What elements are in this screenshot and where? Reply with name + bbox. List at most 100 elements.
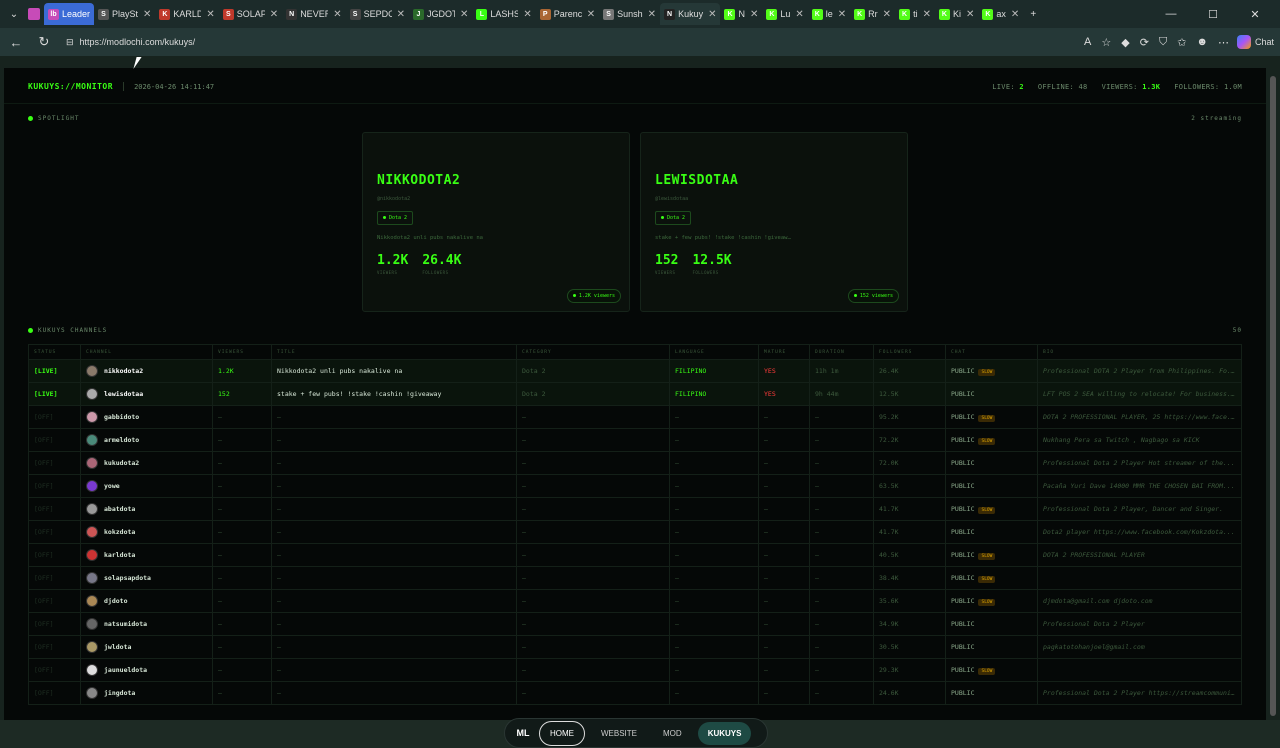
nav-mod[interactable]: MOD: [653, 722, 692, 745]
channel-cell[interactable]: karldota: [80, 543, 213, 567]
tab-close-icon[interactable]: ✕: [587, 9, 595, 20]
new-tab-button[interactable]: +: [1023, 4, 1043, 24]
browser-tab[interactable]: K Lu ✕: [762, 3, 807, 25]
channel-cell[interactable]: gabbidoto: [80, 405, 213, 429]
scrollbar-thumb[interactable]: [1270, 76, 1276, 716]
table-row[interactable]: [OFF] karldota – – – – – –40.5K PUBLIC SLOW DOTA 2…: [28, 543, 1242, 567]
table-row[interactable]: [OFF] djdoto – – – – – –35.6K PUBLIC SLOW djmdota@…: [28, 589, 1242, 613]
browser-tab[interactable]: SSEPDO ✕: [346, 3, 409, 25]
tab-close-icon[interactable]: ✕: [966, 9, 974, 20]
tab-close-icon[interactable]: ✕: [270, 9, 278, 20]
extension-icon[interactable]: ◆: [1121, 36, 1129, 49]
browser-tab[interactable]: J JGDOT ✕: [409, 3, 472, 25]
browser-tab[interactable]: S PlaySt ✕: [94, 3, 155, 25]
table-row[interactable]: [OFF] armeldoto – – – – – –72.2K PUBLIC SLOW Nukha…: [28, 428, 1242, 452]
nav-kukuys[interactable]: KUKUYS: [697, 721, 752, 745]
channel-cell[interactable]: djdoto: [80, 589, 213, 613]
column-header[interactable]: BIO: [1037, 344, 1242, 360]
tab-close-icon[interactable]: ✕: [923, 9, 931, 20]
table-row[interactable]: [OFF] jingdota – – – – – –24.6K PUBLIC Profession…: [28, 681, 1242, 705]
browser-tab[interactable]: Kti ✕: [895, 3, 935, 25]
table-row[interactable]: [OFF] jaunueldota – – – – – –29.3K PUBLIC SLOW: [28, 658, 1242, 682]
column-header[interactable]: TITLE: [271, 344, 517, 360]
tab-actions-chevron-icon[interactable]: ⌄: [4, 4, 24, 24]
browser-tab[interactable]: S Sunsh ✕: [599, 3, 660, 25]
nav-home[interactable]: HOME: [539, 720, 585, 746]
browser-tab[interactable]: K Ki ✕: [935, 3, 978, 25]
channel-cell[interactable]: armeldoto: [80, 428, 213, 452]
page-scrollbar[interactable]: [1266, 56, 1280, 720]
table-row[interactable]: [LIVE] lewisdotaa 152 stake + few pubs! !st…: [28, 382, 1242, 406]
tab-close-icon[interactable]: ✕: [838, 9, 846, 20]
tab-close-icon[interactable]: ✕: [143, 9, 151, 20]
tab-close-icon[interactable]: ✕: [333, 9, 341, 20]
tab-close-icon[interactable]: ✕: [883, 9, 891, 20]
refresh-ext-icon[interactable]: ⟳: [1140, 36, 1149, 49]
tab-close-icon[interactable]: ✕: [708, 9, 716, 20]
maximize-button[interactable]: ☐: [1192, 8, 1234, 21]
avatar-icon[interactable]: ☻: [1196, 36, 1208, 48]
browser-tab[interactable]: K KARLD ✕: [155, 3, 218, 25]
column-header[interactable]: STATUS: [28, 344, 81, 360]
close-window-button[interactable]: ✕: [1234, 8, 1276, 21]
ml-logo[interactable]: ML: [513, 728, 533, 738]
channel-cell[interactable]: natsumidota: [80, 612, 213, 636]
column-header[interactable]: CHANNEL: [80, 344, 213, 360]
tab-close-icon[interactable]: ✕: [460, 9, 468, 20]
browser-tab[interactable]: K Rr ✕: [850, 3, 895, 25]
tab-close-icon[interactable]: ✕: [1011, 9, 1019, 20]
browser-tab[interactable]: S SOLAP ✕: [219, 3, 282, 25]
favorite-star-icon[interactable]: ☆: [1101, 36, 1111, 49]
table-row[interactable]: [OFF] jwldota – – – – – –30.5K PUBLIC pagkatotoha…: [28, 635, 1242, 659]
channel-cell[interactable]: jwldota: [80, 635, 213, 659]
channel-cell[interactable]: jingdota: [80, 681, 213, 705]
table-row[interactable]: [OFF] solapsapdota – – – – – –38.4K PUBLIC SLOW: [28, 566, 1242, 590]
table-row[interactable]: [OFF] yowe – – – – – –63.5K PUBLIC Pacaña Yuri Da…: [28, 474, 1242, 498]
channel-cell[interactable]: solapsapdota: [80, 566, 213, 590]
minimize-button[interactable]: —: [1150, 8, 1192, 21]
back-button[interactable]: ←: [6, 35, 26, 50]
table-row[interactable]: [OFF] kokzdota – – – – – –41.7K PUBLIC Dota2 play…: [28, 520, 1242, 544]
site-info-icon[interactable]: ⊟: [66, 37, 74, 48]
copilot-button[interactable]: Chat: [1236, 35, 1274, 49]
favorites-icon[interactable]: ✩: [1177, 36, 1186, 49]
table-row[interactable]: [OFF] natsumidota – – – – – –34.9K PUBLIC Profess…: [28, 612, 1242, 636]
column-header[interactable]: LANGUAGE: [669, 344, 759, 360]
browser-tab[interactable]: Kle ✕: [808, 3, 850, 25]
channel-cell[interactable]: lewisdotaa: [80, 382, 213, 406]
profile-icon[interactable]: [24, 4, 44, 24]
read-aloud-icon[interactable]: A: [1084, 36, 1091, 48]
browser-tab[interactable]: P Parenc ✕: [536, 3, 599, 25]
channel-cell[interactable]: kukudota2: [80, 451, 213, 475]
browser-tab[interactable]: K N ✕: [720, 3, 762, 25]
browser-tab[interactable]: Kax ✕: [978, 3, 1023, 25]
column-header[interactable]: DURATION: [809, 344, 874, 360]
menu-icon[interactable]: ⋯: [1218, 36, 1229, 49]
column-header[interactable]: VIEWERS: [212, 344, 272, 360]
channel-cell[interactable]: kokzdota: [80, 520, 213, 544]
tab-close-icon[interactable]: ✕: [795, 9, 803, 20]
table-row[interactable]: [OFF] kukudota2– – – – – –72.0K PUBLIC Professio…: [28, 451, 1242, 475]
address-bar[interactable]: ⊟ https://modlochi.com/kukuys/: [62, 31, 1076, 53]
channel-cell[interactable]: jaunueldota: [80, 658, 213, 682]
spotlight-card[interactable]: NIKKODOTA2 @nikkodota2 Dota 2 Nikkodota2 un…: [362, 132, 630, 312]
tab-close-icon[interactable]: ✕: [206, 9, 214, 20]
browser-tab[interactable]: lbLeaderboa: [44, 3, 94, 25]
table-row[interactable]: [LIVE] nikkodota2 1.2K Nikkodota2 unli pubs…: [28, 359, 1242, 383]
table-row[interactable]: [OFF] gabbidoto – – – – – –95.2K PUBLIC SLOW DOTA …: [28, 405, 1242, 429]
column-header[interactable]: CATEGORY: [516, 344, 670, 360]
tab-close-icon[interactable]: ✕: [750, 9, 758, 20]
shield-icon[interactable]: ⛉: [1159, 36, 1167, 49]
browser-tab[interactable]: L LASHS ✕: [472, 3, 535, 25]
channel-cell[interactable]: nikkodota2: [80, 359, 213, 383]
spotlight-card[interactable]: LEWISDOTAA @lewisdotaa Dota 2 stake + few p…: [640, 132, 908, 312]
browser-tab[interactable]: N Kukuy ✕: [660, 3, 721, 25]
column-header[interactable]: CHAT: [945, 344, 1038, 360]
table-row[interactable]: [OFF] abatdota – – – – – –41.7K PUBLIC SLOW Profes…: [28, 497, 1242, 521]
tab-close-icon[interactable]: ✕: [523, 9, 531, 20]
tab-close-icon[interactable]: ✕: [397, 9, 405, 20]
channel-cell[interactable]: yowe: [80, 474, 213, 498]
channel-cell[interactable]: abatdota: [80, 497, 213, 521]
column-header[interactable]: FOLLOWERS: [873, 344, 946, 360]
browser-tab[interactable]: N NEVER ✕: [282, 3, 345, 25]
